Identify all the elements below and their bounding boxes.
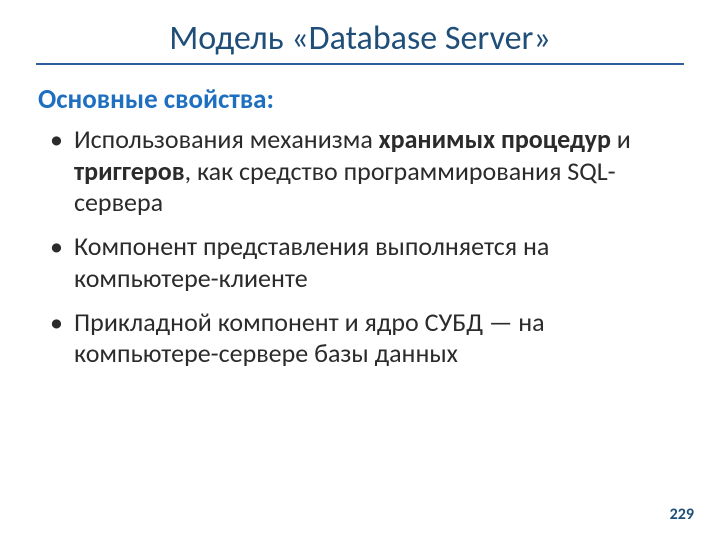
list-item: Использования механизма хранимых процеду… — [72, 124, 684, 219]
list-item: Компонент представления выполняется на к… — [72, 231, 684, 294]
bold-text: триггеров — [74, 155, 185, 187]
text-fragment: Использования механизма — [74, 123, 379, 155]
slide-title: Модель «Database Server» — [36, 18, 684, 59]
page-number: 229 — [670, 505, 694, 524]
slide: Модель «Database Server» Основные свойст… — [0, 0, 720, 540]
bullet-list: Использования механизма хранимых процеду… — [42, 124, 684, 370]
bold-text: хранимых процедур — [379, 123, 611, 155]
text-fragment: и — [611, 123, 631, 155]
title-divider — [36, 63, 684, 65]
list-item: Прикладной компонент и ядро СУБД — на ко… — [72, 307, 684, 370]
subtitle: Основные свойства: — [38, 83, 684, 116]
